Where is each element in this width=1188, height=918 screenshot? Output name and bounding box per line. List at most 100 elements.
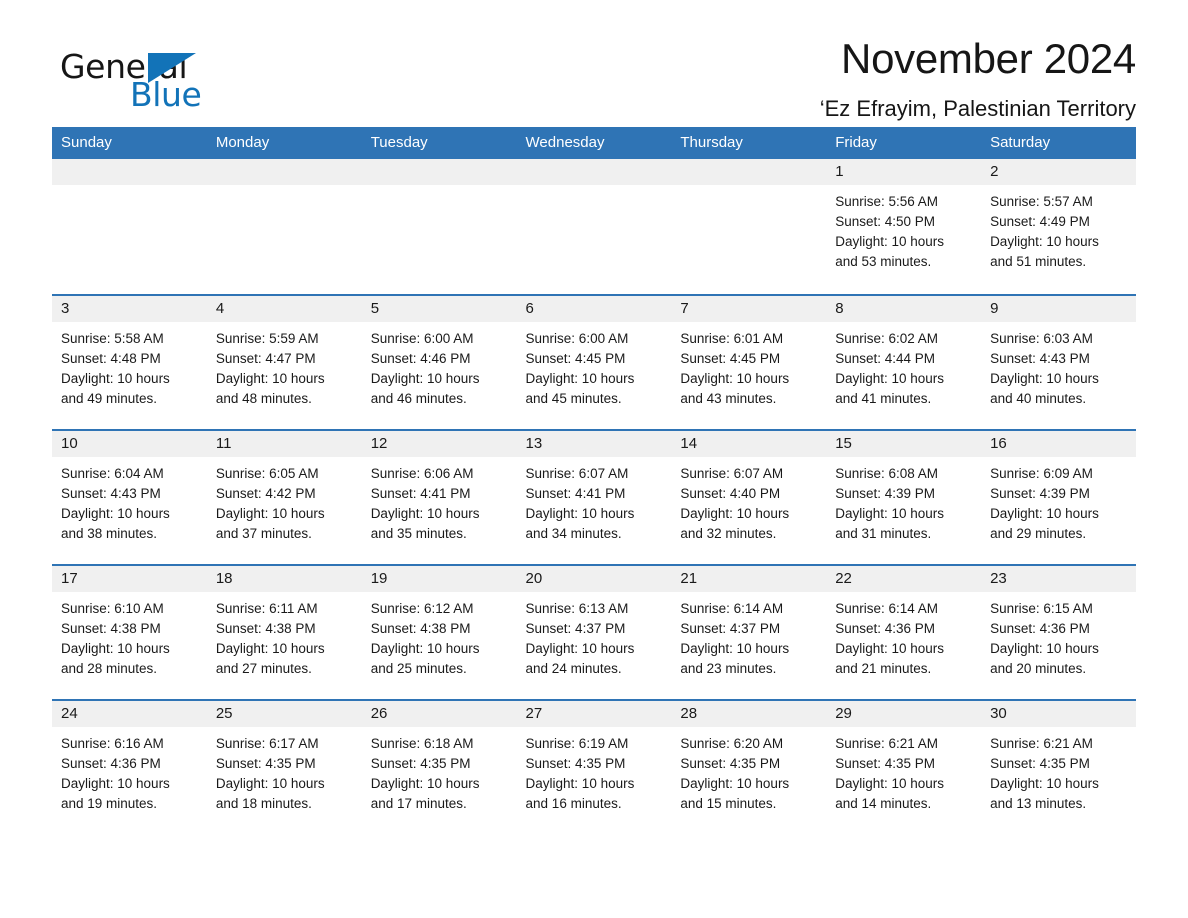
day-detail-line: and 49 minutes. [61, 391, 158, 406]
weekday-header-monday: Monday [206, 127, 362, 159]
calendar-day-cell[interactable]: 24 Sunrise: 6:16 AM Sunset: 4:36 PM Dayligh… [52, 699, 207, 835]
day-detail-line: and 15 minutes. [680, 796, 777, 811]
general-blue-logo: General Blue [52, 50, 252, 112]
day-details [52, 185, 207, 192]
day-detail-line: Sunrise: 6:15 AM [990, 601, 1093, 616]
day-number: 1 [826, 159, 982, 185]
day-detail-line: Daylight: 10 hours [990, 641, 1099, 656]
weekday-header-wednesday: Wednesday [516, 127, 672, 159]
calendar-day-cell[interactable]: 22 Sunrise: 6:14 AM Sunset: 4:36 PM Dayligh… [826, 564, 982, 700]
calendar-day-cell[interactable]: 9 Sunrise: 6:03 AM Sunset: 4:43 PM Daylight… [981, 294, 1136, 430]
calendar-day-cell[interactable]: 2 Sunrise: 5:57 AM Sunset: 4:49 PM Daylight… [981, 159, 1136, 295]
day-detail-line: Sunset: 4:47 PM [215, 351, 316, 366]
day-detail-line: Daylight: 10 hours [525, 776, 635, 791]
day-detail-line: Sunset: 4:35 PM [525, 756, 626, 771]
day-detail-line: Sunrise: 6:07 AM [680, 466, 784, 481]
day-details: Sunrise: 6:14 AM Sunset: 4:37 PM Daylight:… [671, 592, 826, 679]
day-details: Sunrise: 6:02 AM Sunset: 4:44 PM Daylight:… [826, 322, 981, 409]
day-number: 12 [361, 431, 517, 457]
calendar-day-cell[interactable]: 5 Sunrise: 6:00 AM Sunset: 4:46 PM Daylight… [361, 294, 517, 430]
day-detail-line: Sunset: 4:50 PM [835, 214, 936, 229]
calendar-day-cell[interactable]: 29 Sunrise: 6:21 AM Sunset: 4:35 PM Dayligh… [826, 699, 982, 835]
day-details: Sunrise: 5:56 AM Sunset: 4:50 PM Daylight:… [826, 185, 981, 272]
calendar-day-cell[interactable]: 4 Sunrise: 5:59 AM Sunset: 4:47 PM Daylight… [206, 294, 362, 430]
day-detail-line: and 21 minutes. [835, 661, 932, 676]
calendar-day-cell[interactable]: 30 Sunrise: 6:21 AM Sunset: 4:35 PM Dayligh… [981, 699, 1136, 835]
day-detail-line: Daylight: 10 hours [61, 776, 170, 791]
calendar-day-cell[interactable]: 11 Sunrise: 6:05 AM Sunset: 4:42 PM Dayligh… [206, 429, 362, 565]
day-number: 18 [206, 566, 362, 592]
calendar-cell-empty [516, 159, 672, 295]
day-detail-line: Sunrise: 6:06 AM [370, 466, 474, 481]
day-detail-line: Daylight: 10 hours [680, 776, 790, 791]
day-detail-line: Sunrise: 6:00 AM [370, 331, 474, 346]
calendar-day-cell[interactable]: 7 Sunrise: 6:01 AM Sunset: 4:45 PM Daylight… [671, 294, 827, 430]
day-detail-line: Daylight: 10 hours [215, 776, 325, 791]
day-details [671, 185, 826, 192]
day-detail-line: Sunrise: 6:17 AM [215, 736, 319, 751]
day-detail-line: Sunset: 4:36 PM [990, 621, 1090, 636]
day-detail-line: Sunrise: 6:09 AM [990, 466, 1093, 481]
calendar-day-cell[interactable]: 8 Sunrise: 6:02 AM Sunset: 4:44 PM Daylight… [826, 294, 982, 430]
day-detail-line: and 45 minutes. [525, 391, 622, 406]
day-detail-line: and 20 minutes. [990, 661, 1087, 676]
calendar-day-cell[interactable]: 20 Sunrise: 6:13 AM Sunset: 4:37 PM Dayligh… [516, 564, 672, 700]
calendar-cell-empty [52, 159, 207, 295]
day-details: Sunrise: 5:57 AM Sunset: 4:49 PM Daylight:… [981, 185, 1136, 272]
day-details: Sunrise: 6:12 AM Sunset: 4:38 PM Daylight:… [362, 592, 517, 679]
day-details: Sunrise: 6:17 AM Sunset: 4:35 PM Daylight:… [207, 727, 362, 814]
day-number [361, 159, 517, 185]
day-detail-line: and 31 minutes. [835, 526, 932, 541]
day-detail-line: and 29 minutes. [990, 526, 1087, 541]
day-detail-line: Sunset: 4:35 PM [680, 756, 781, 771]
day-detail-line: Sunrise: 6:05 AM [215, 466, 319, 481]
calendar-day-cell[interactable]: 1 Sunrise: 5:56 AM Sunset: 4:50 PM Daylight… [826, 159, 982, 295]
day-number: 26 [361, 701, 517, 727]
day-number: 20 [516, 566, 672, 592]
day-detail-line: Sunrise: 6:00 AM [525, 331, 629, 346]
weekday-header-saturday: Saturday [981, 127, 1136, 159]
day-detail-line: Sunset: 4:46 PM [370, 351, 471, 366]
day-detail-line: Sunrise: 6:12 AM [370, 601, 474, 616]
calendar-day-cell[interactable]: 26 Sunrise: 6:18 AM Sunset: 4:35 PM Dayligh… [361, 699, 517, 835]
day-number: 27 [516, 701, 672, 727]
day-number [52, 159, 207, 185]
day-detail-line: Daylight: 10 hours [370, 371, 480, 386]
calendar-day-cell[interactable]: 3 Sunrise: 5:58 AM Sunset: 4:48 PM Daylight… [52, 294, 207, 430]
day-detail-line: Sunset: 4:37 PM [525, 621, 626, 636]
day-detail-line: Sunrise: 6:03 AM [990, 331, 1093, 346]
calendar-week-row: 10 Sunrise: 6:04 AM Sunset: 4:43 PM Dayligh… [52, 429, 1136, 565]
day-detail-line: and 51 minutes. [990, 254, 1087, 269]
day-detail-line: Sunset: 4:41 PM [525, 486, 626, 501]
day-details: Sunrise: 6:20 AM Sunset: 4:35 PM Daylight:… [671, 727, 826, 814]
calendar-day-cell[interactable]: 12 Sunrise: 6:06 AM Sunset: 4:41 PM Dayligh… [361, 429, 517, 565]
calendar-day-cell[interactable]: 23 Sunrise: 6:15 AM Sunset: 4:36 PM Dayligh… [981, 564, 1136, 700]
day-detail-line: Daylight: 10 hours [680, 641, 790, 656]
calendar-day-cell[interactable]: 10 Sunrise: 6:04 AM Sunset: 4:43 PM Dayligh… [52, 429, 207, 565]
calendar-day-cell[interactable]: 17 Sunrise: 6:10 AM Sunset: 4:38 PM Dayligh… [52, 564, 207, 700]
page-header: General Blue November 2024 ‘Ez Efrayim, … [52, 0, 1136, 122]
day-detail-line: Sunset: 4:35 PM [215, 756, 316, 771]
calendar-day-cell[interactable]: 19 Sunrise: 6:12 AM Sunset: 4:38 PM Dayligh… [361, 564, 517, 700]
calendar-day-cell[interactable]: 27 Sunrise: 6:19 AM Sunset: 4:35 PM Dayligh… [516, 699, 672, 835]
calendar-day-cell[interactable]: 18 Sunrise: 6:11 AM Sunset: 4:38 PM Dayligh… [206, 564, 362, 700]
day-detail-line: Daylight: 10 hours [61, 641, 170, 656]
calendar-day-cell[interactable]: 6 Sunrise: 6:00 AM Sunset: 4:45 PM Daylight… [516, 294, 672, 430]
calendar-header-row-group: Sunday Monday Tuesday Wednesday Thursday… [52, 127, 1136, 159]
day-number: 8 [826, 296, 982, 322]
day-detail-line: and 28 minutes. [61, 661, 158, 676]
day-detail-line: Sunset: 4:42 PM [215, 486, 316, 501]
day-number: 2 [981, 159, 1136, 185]
calendar-cell-empty [206, 159, 362, 295]
calendar-day-cell[interactable]: 21 Sunrise: 6:14 AM Sunset: 4:37 PM Dayligh… [671, 564, 827, 700]
calendar-day-cell[interactable]: 25 Sunrise: 6:17 AM Sunset: 4:35 PM Dayligh… [206, 699, 362, 835]
calendar-day-cell[interactable]: 14 Sunrise: 6:07 AM Sunset: 4:40 PM Dayligh… [671, 429, 827, 565]
calendar-day-cell[interactable]: 16 Sunrise: 6:09 AM Sunset: 4:39 PM Dayligh… [981, 429, 1136, 565]
calendar-day-cell[interactable]: 28 Sunrise: 6:20 AM Sunset: 4:35 PM Dayligh… [671, 699, 827, 835]
day-detail-line: Daylight: 10 hours [370, 641, 480, 656]
day-number: 11 [206, 431, 362, 457]
calendar-day-cell[interactable]: 13 Sunrise: 6:07 AM Sunset: 4:41 PM Dayligh… [516, 429, 672, 565]
calendar-day-cell[interactable]: 15 Sunrise: 6:08 AM Sunset: 4:39 PM Dayligh… [826, 429, 982, 565]
day-details: Sunrise: 6:03 AM Sunset: 4:43 PM Daylight:… [981, 322, 1136, 409]
day-number: 30 [981, 701, 1136, 727]
